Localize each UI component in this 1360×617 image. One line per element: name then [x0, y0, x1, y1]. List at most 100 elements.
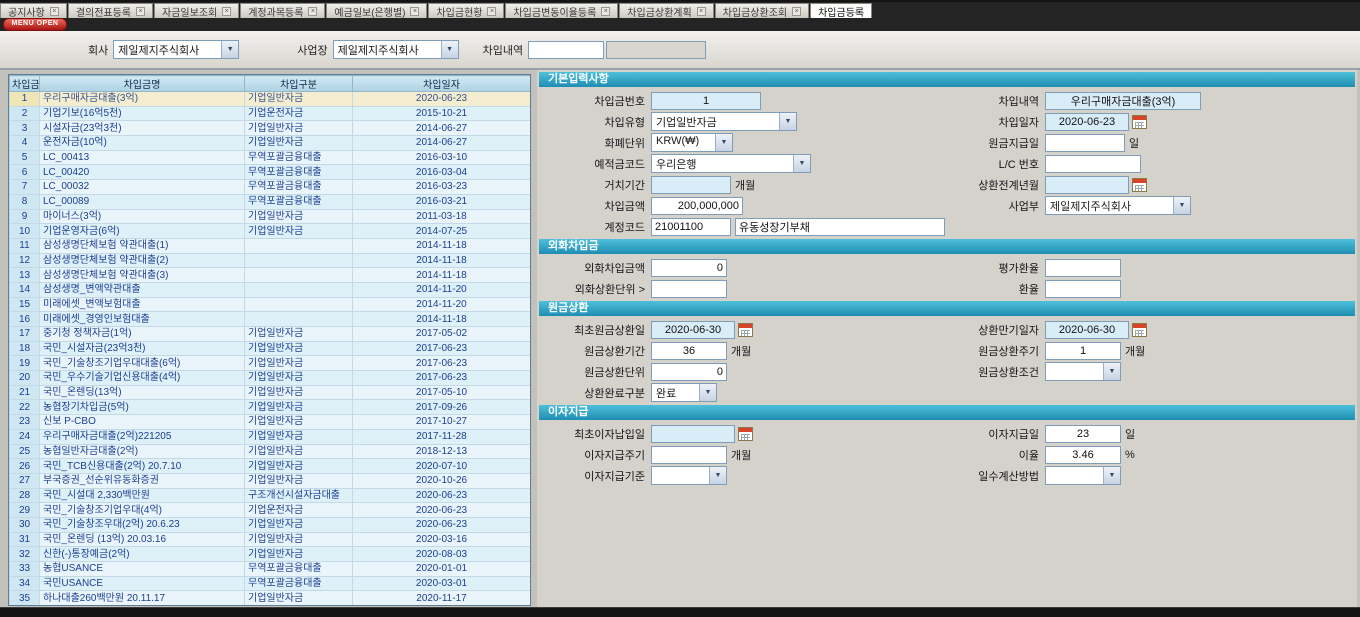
cell-date[interactable]: 2020-06-23 [353, 517, 531, 532]
cell-code[interactable]: 2 [10, 106, 40, 121]
table-row[interactable]: 11삼성생명단체보험 약관대출(1) 2014-11-18 [10, 238, 531, 253]
table-row[interactable]: 18국민_시설자금(23억3천)기업일반자금2017-06-23 [10, 341, 531, 356]
account-name-input[interactable] [735, 218, 945, 236]
cell-date[interactable]: 2014-11-18 [353, 238, 531, 253]
close-icon[interactable]: × [487, 7, 496, 16]
cell-code[interactable]: 6 [10, 165, 40, 180]
chevron-down-icon[interactable]: ▼ [779, 113, 796, 130]
table-row[interactable]: 8LC_00089무역포괄금융대출2016-03-21 [10, 194, 531, 209]
cell-date[interactable]: 2020-03-16 [353, 532, 531, 547]
tab-7[interactable]: 차입금변동이율등록× [505, 3, 618, 18]
col-header-name[interactable]: 차입금명 [40, 76, 245, 92]
cell-name[interactable]: 신한(-)통장예금(2억) [40, 547, 245, 562]
cell-date[interactable]: 2011-03-18 [353, 209, 531, 224]
cell-code[interactable]: 18 [10, 341, 40, 356]
close-icon[interactable]: × [410, 7, 419, 16]
cell-name[interactable]: 국민_기술창조우대(2억) 20.6.23 [40, 517, 245, 532]
cell-type[interactable]: 무역포괄금융대출 [245, 562, 353, 577]
cell-name[interactable]: 마이너스(3억) [40, 209, 245, 224]
chevron-down-icon[interactable]: ▼ [699, 384, 716, 401]
cell-code[interactable]: 5 [10, 150, 40, 165]
division-select[interactable]: 제일제지주식회사 ▼ [1045, 196, 1191, 215]
cell-date[interactable]: 2014-11-18 [353, 253, 531, 268]
table-row[interactable]: 23신보 P-CBO기업일반자금2017-10-27 [10, 415, 531, 430]
table-row[interactable]: 3시설자금(23억3천)기업일반자금2014-06-27 [10, 121, 531, 136]
cell-type[interactable]: 기업일반자금 [245, 341, 353, 356]
cell-name[interactable]: 부국증권_선순위유동화증권 [40, 473, 245, 488]
tab-5[interactable]: 예금일보(은행별)× [326, 3, 427, 18]
cell-code[interactable]: 14 [10, 282, 40, 297]
cell-type[interactable]: 기업일반자금 [245, 121, 353, 136]
cell-date[interactable]: 2020-11-17 [353, 591, 531, 606]
tab-8[interactable]: 차입금상환계획× [619, 3, 713, 18]
table-row[interactable]: 34국민USANCE무역포괄금융대출2020-03-01 [10, 576, 531, 591]
close-icon[interactable]: × [308, 7, 317, 16]
cell-code[interactable]: 13 [10, 268, 40, 283]
table-row[interactable]: 13삼성생명단체보험 약관대출(3)2014-11-18 [10, 268, 531, 283]
cell-code[interactable]: 19 [10, 356, 40, 371]
cell-type[interactable]: 기업일반자금 [245, 400, 353, 415]
table-row[interactable]: 1우리구매자금대출(3억)기업일반자금2020-06-23 [10, 92, 531, 107]
close-icon[interactable]: × [222, 7, 231, 16]
cell-date[interactable]: 2014-06-27 [353, 136, 531, 151]
chevron-down-icon[interactable]: ▼ [1173, 197, 1190, 214]
cell-type[interactable]: 기업일반자금 [245, 415, 353, 430]
cell-date[interactable]: 2014-11-18 [353, 312, 531, 327]
cell-date[interactable]: 2014-11-18 [353, 268, 531, 283]
cell-name[interactable]: LC_00420 [40, 165, 245, 180]
cell-type[interactable]: 무역포괄금융대출 [245, 165, 353, 180]
cell-code[interactable]: 16 [10, 312, 40, 327]
cell-name[interactable]: 우리구매자금대출(2억)221205 [40, 429, 245, 444]
cell-code[interactable]: 11 [10, 238, 40, 253]
cell-date[interactable]: 2017-06-23 [353, 356, 531, 371]
table-row[interactable]: 25농협일반자금대출(2억)기업일반자금2018-12-13 [10, 444, 531, 459]
table-row[interactable]: 26국민_TCB신용대출(2억) 20.7.10기업일반자금2020-07-10 [10, 459, 531, 474]
cell-type[interactable]: 기업일반자금 [245, 444, 353, 459]
cell-code[interactable]: 8 [10, 194, 40, 209]
cell-date[interactable]: 2017-10-27 [353, 415, 531, 430]
company-select[interactable]: 제일제지주식회사 ▼ [113, 40, 239, 59]
close-icon[interactable]: × [697, 7, 706, 16]
cell-name[interactable]: 삼성생명_변액약관대출 [40, 282, 245, 297]
cell-date[interactable]: 2015-10-21 [353, 106, 531, 121]
cell-date[interactable]: 2014-11-20 [353, 282, 531, 297]
cell-date[interactable]: 2020-01-01 [353, 562, 531, 577]
cell-code[interactable]: 27 [10, 473, 40, 488]
cell-name[interactable]: 국민_시설자금(23억3천) [40, 341, 245, 356]
loan-type-select[interactable]: 기업일반자금 ▼ [651, 112, 797, 131]
cell-date[interactable]: 2014-07-25 [353, 224, 531, 239]
principal-pay-day-input[interactable] [1045, 134, 1125, 152]
cell-code[interactable]: 20 [10, 371, 40, 386]
table-row[interactable]: 6LC_00420무역포괄금융대출2016-03-04 [10, 165, 531, 180]
cell-name[interactable]: 운전자금(10억) [40, 136, 245, 151]
loan-no-input[interactable] [651, 92, 761, 110]
table-row[interactable]: 31국민_온렌딩 (13억) 20.03.16기업일반자금2020-03-16 [10, 532, 531, 547]
chevron-down-icon[interactable]: ▼ [441, 41, 458, 58]
cell-name[interactable]: 미래에셋_경영인보험대출 [40, 312, 245, 327]
fx-amount-input[interactable] [651, 259, 727, 277]
first-interest-date-input[interactable] [651, 425, 735, 443]
cell-name[interactable]: 국민_온렌딩 (13억) 20.03.16 [40, 532, 245, 547]
table-row[interactable]: 32신한(-)통장예금(2억)기업일반자금2020-08-03 [10, 547, 531, 562]
cell-code[interactable]: 26 [10, 459, 40, 474]
table-row[interactable]: 4운전자금(10억)기업일반자금2014-06-27 [10, 136, 531, 151]
cell-name[interactable]: LC_00413 [40, 150, 245, 165]
cell-date[interactable]: 2017-05-02 [353, 327, 531, 342]
col-header-code[interactable]: 차입금코드 [10, 76, 40, 92]
cell-code[interactable]: 34 [10, 576, 40, 591]
table-row[interactable]: 2기업기보(16억5천)기업운전자금2015-10-21 [10, 106, 531, 121]
cell-type[interactable]: 무역포괄금융대출 [245, 180, 353, 195]
tab-10[interactable]: 차입금등록 [810, 3, 872, 18]
menu-open-button[interactable]: MENU OPEN [3, 18, 67, 31]
cell-date[interactable]: 2020-06-23 [353, 92, 531, 107]
cell-code[interactable]: 31 [10, 532, 40, 547]
cell-name[interactable]: 국민_시설대 2,330백만원 [40, 488, 245, 503]
fx-repay-unit-input[interactable] [651, 280, 727, 298]
cell-type[interactable]: 기업일반자금 [245, 356, 353, 371]
repay-period-input[interactable] [651, 342, 727, 360]
day-count-select[interactable]: ▼ [1045, 466, 1121, 485]
cell-type[interactable]: 기업일반자금 [245, 209, 353, 224]
cell-name[interactable]: 삼성생명단체보험 약관대출(1) [40, 238, 245, 253]
eval-rate-input[interactable] [1045, 259, 1121, 277]
cell-type[interactable]: 기업운전자금 [245, 106, 353, 121]
